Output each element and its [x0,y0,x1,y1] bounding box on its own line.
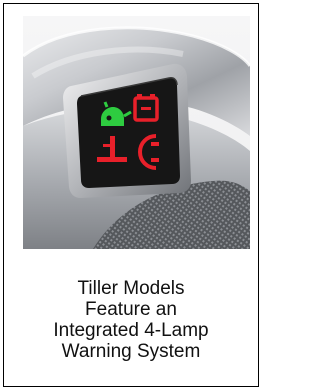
caption-line: Feature an [85,299,177,320]
product-photo [23,16,250,249]
caption-line: Warning System [61,341,201,362]
caption-line: Integrated 4-Lamp [53,320,209,341]
image-card: Tiller Models Feature an Integrated 4-La… [3,3,259,387]
tiller-handle-image [23,16,250,249]
caption: Tiller Models Feature an Integrated 4-La… [4,278,258,362]
caption-line: Tiller Models [77,278,185,299]
